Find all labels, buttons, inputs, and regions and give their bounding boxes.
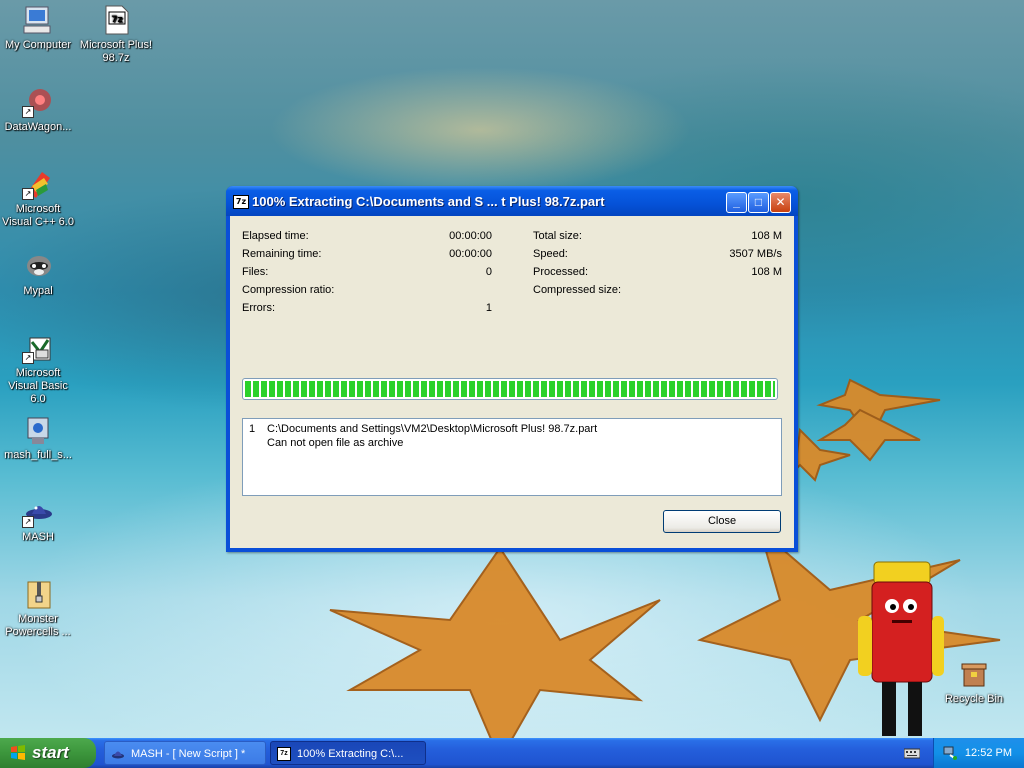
shortcut-arrow-icon: ↗: [22, 188, 34, 200]
7zip-app-icon: 7z: [277, 747, 291, 761]
7zip-app-icon: 7z: [233, 195, 249, 209]
start-label: start: [32, 743, 69, 762]
desktop-icon-monster-powercells[interactable]: Monster Powercells ...: [0, 578, 76, 639]
desktop-icon-label: Recycle Bin: [944, 693, 1004, 705]
message-index: 1: [249, 423, 256, 435]
total-size-label: Total size:: [533, 230, 582, 242]
desktop-icon-label: My Computer: [4, 39, 72, 51]
progress-fill: [245, 381, 775, 397]
extraction-progress-bar: [242, 378, 778, 400]
taskbar: start MASH - [ New Script ] * 7z 100% Ex…: [0, 738, 1024, 768]
message-error-text: Can not open file as archive: [267, 437, 404, 449]
dialog-titlebar[interactable]: 7z 100% Extracting C:\Documents and S ..…: [226, 186, 798, 216]
total-size-value: 108 M: [751, 230, 782, 242]
files-value: 0: [485, 266, 492, 278]
elapsed-time-value: 00:00:00: [449, 230, 492, 242]
compressed-size-label: Compressed size:: [533, 284, 622, 296]
shortcut-arrow-icon: ↗: [22, 516, 34, 528]
dialog-client-area: Elapsed time: 00:00:00 Remaining time: 0…: [230, 216, 794, 548]
desktop-icon-label: DataWagon...: [4, 121, 72, 133]
desktop-icon-mypal[interactable]: Mypal: [0, 250, 76, 298]
desktop-icon-label: Monster Powercells ...: [5, 613, 71, 638]
processed-label: Processed:: [533, 266, 589, 278]
shortcut-arrow-icon: ↗: [22, 106, 34, 118]
datawagon-icon: ↗: [22, 86, 54, 118]
mypal-raccoon-icon: [22, 250, 54, 282]
elapsed-time-label: Elapsed time:: [242, 230, 309, 242]
compression-ratio-label: Compression ratio:: [242, 284, 335, 296]
desktop-icon-label: Microsoft Visual Basic 6.0: [8, 367, 68, 405]
files-label: Files:: [242, 266, 269, 278]
speed-label: Speed:: [533, 248, 568, 260]
desktop-icon-label: Mypal: [23, 285, 53, 297]
desktop-icon-datawagon[interactable]: ↗ DataWagon...: [0, 86, 76, 134]
desktop-icon-microsoft-plus-archive[interactable]: 7z Microsoft Plus! 98.7z: [78, 4, 154, 65]
desktop-icon-label: mash_full_s...: [4, 449, 72, 461]
close-button[interactable]: Close: [663, 510, 781, 533]
svg-text:7z: 7z: [111, 15, 123, 25]
errors-label: Errors:: [242, 302, 275, 314]
minimize-button[interactable]: _: [726, 192, 747, 213]
remaining-time-value: 00:00:00: [449, 248, 492, 260]
dialog-title: 100% Extracting C:\Documents and S ... t…: [252, 194, 605, 209]
message-path: C:\Documents and Settings\VM2\Desktop\Mi…: [267, 423, 598, 435]
windows-logo-icon: [11, 745, 25, 760]
mash-wizard-hat-icon: [112, 751, 124, 759]
system-tray: 12:52 PM: [933, 738, 1024, 768]
desktop-icon-label: Microsoft Visual C++ 6.0: [2, 203, 74, 228]
list-item[interactable]: 1 C:\Documents and Settings\VM2\Desktop\…: [249, 422, 775, 436]
network-icon[interactable]: [942, 745, 958, 761]
close-icon: ✕: [775, 195, 786, 209]
speed-value: 3507 MB/s: [729, 248, 782, 260]
my-computer-icon: [22, 4, 54, 36]
visual-cpp-icon: ↗: [22, 168, 54, 200]
desktop-icon-mash[interactable]: ↗ MASH: [0, 496, 76, 544]
list-item[interactable]: Can not open file as archive: [249, 436, 775, 450]
desktop-icon-my-computer[interactable]: My Computer: [0, 4, 76, 52]
desktop-icon-recycle-bin[interactable]: Recycle Bin: [936, 658, 1012, 706]
error-messages-list[interactable]: 1 C:\Documents and Settings\VM2\Desktop\…: [242, 418, 782, 496]
processed-value: 108 M: [751, 266, 782, 278]
taskbar-item-mash[interactable]: MASH - [ New Script ] *: [104, 741, 266, 765]
desktop-icon-mash-full-setup[interactable]: mash_full_s...: [0, 414, 76, 462]
desktop-icon-visual-cpp[interactable]: ↗ Microsoft Visual C++ 6.0: [0, 168, 76, 229]
keyboard-icon[interactable]: [904, 747, 920, 759]
errors-value: 1: [485, 302, 492, 314]
taskbar-item-label: 100% Extracting C:\...: [297, 748, 404, 760]
desktop-icon-visual-basic[interactable]: ↗ Microsoft Visual Basic 6.0: [0, 332, 76, 406]
monster-powercell-mascot: [858, 561, 944, 736]
remaining-time-label: Remaining time:: [242, 248, 322, 260]
mash-wizard-hat-icon: ↗: [22, 496, 54, 528]
recycle-bin-icon: [958, 658, 990, 690]
visual-basic-icon: ↗: [22, 332, 54, 364]
clock[interactable]: 12:52 PM: [965, 738, 1012, 768]
maximize-button[interactable]: □: [748, 192, 769, 213]
shortcut-arrow-icon: ↗: [22, 352, 34, 364]
installer-icon: [22, 414, 54, 446]
7z-archive-icon: 7z: [100, 4, 132, 36]
close-window-button[interactable]: ✕: [770, 192, 791, 213]
minimize-icon: _: [733, 195, 740, 209]
desktop-icon-label: Microsoft Plus! 98.7z: [79, 39, 153, 64]
zip-folder-icon: [22, 578, 54, 610]
extraction-dialog: 7z 100% Extracting C:\Documents and S ..…: [226, 186, 798, 552]
taskbar-item-extracting[interactable]: 7z 100% Extracting C:\...: [270, 741, 426, 765]
maximize-icon: □: [754, 195, 763, 209]
start-button[interactable]: start: [0, 738, 96, 768]
taskbar-item-label: MASH - [ New Script ] *: [131, 748, 246, 760]
desktop-icon-label: MASH: [22, 531, 54, 543]
